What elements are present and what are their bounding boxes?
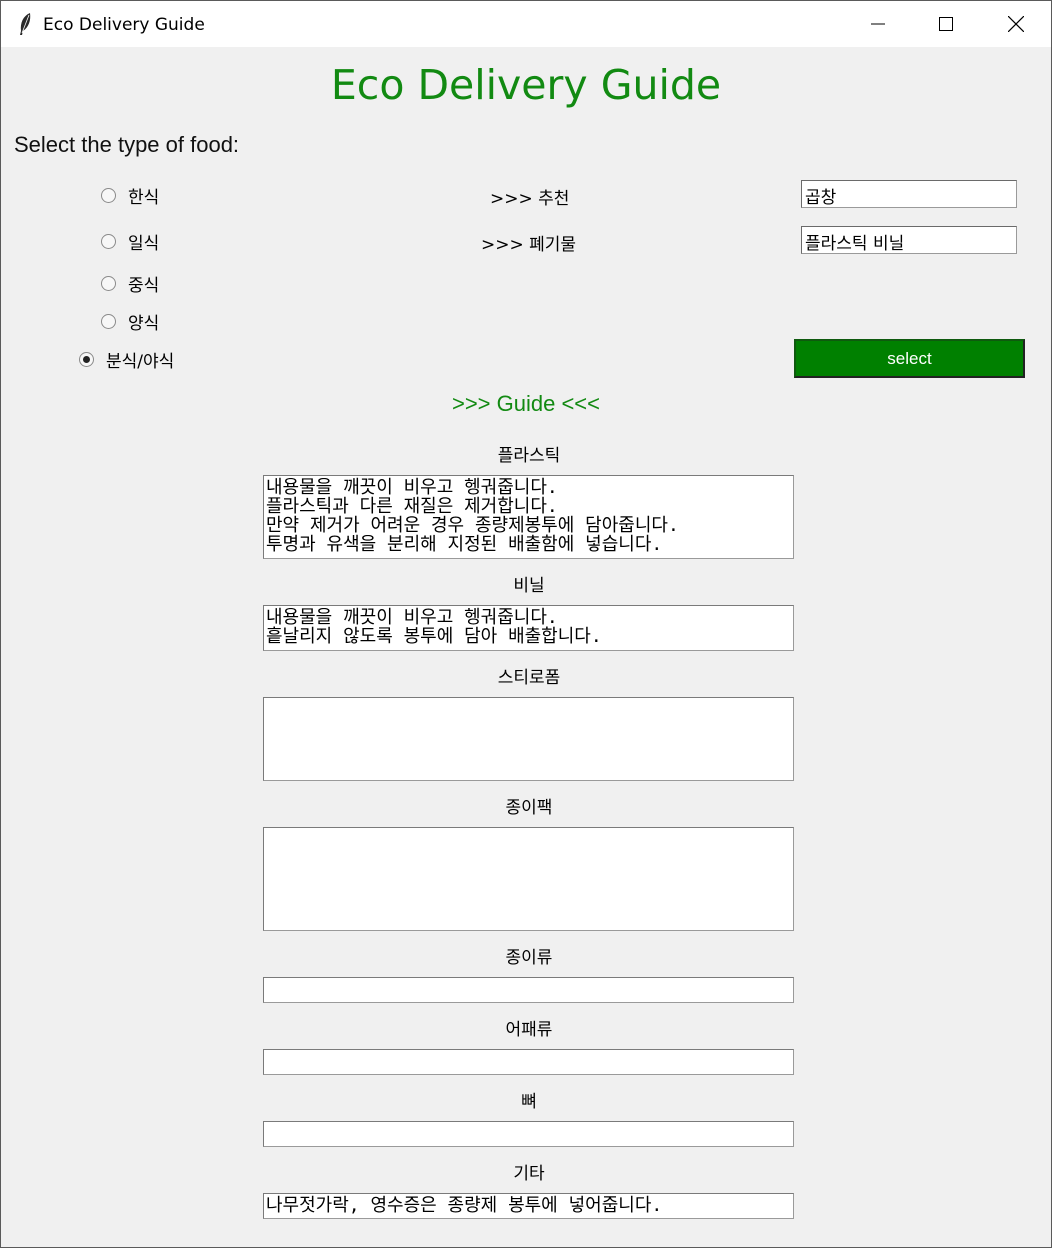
radio-label: 분식/야식: [106, 352, 175, 372]
guide-text-seafood[interactable]: [263, 1049, 794, 1075]
app-heading: Eco Delivery Guide: [330, 61, 722, 109]
guide-text-plastic[interactable]: 내용물을 깨끗이 비우고 헹궈줍니다. 플라스틱과 다른 재질은 제거합니다. …: [263, 475, 794, 559]
title-bar[interactable]: Eco Delivery Guide: [1, 1, 1051, 47]
section-label-paper: 종이류: [505, 948, 553, 968]
section-label-styrofoam: 스티로폼: [497, 668, 561, 688]
guide-text-styrofoam[interactable]: [263, 697, 794, 781]
maximize-button[interactable]: [911, 1, 981, 47]
radio-indicator[interactable]: [101, 234, 116, 249]
radio-label: 중식: [128, 276, 160, 296]
minimize-icon: [871, 23, 885, 25]
maximize-icon: [939, 17, 953, 31]
radio-option-snack[interactable]: 분식/야식: [79, 347, 174, 372]
recommendation-label: >>> 추천: [490, 189, 570, 209]
section-label-other: 기타: [513, 1164, 545, 1184]
guide-text-paper[interactable]: [263, 977, 794, 1003]
guide-text-other[interactable]: 나무젓가락, 영수증은 종량제 봉투에 넣어줍니다.: [263, 1193, 794, 1219]
section-label-bones: 뼈: [521, 1092, 537, 1112]
radio-option-japanese[interactable]: 일식: [101, 229, 159, 254]
close-icon: [1008, 16, 1024, 32]
select-button[interactable]: select: [794, 339, 1025, 378]
section-label-paper-pack: 종이팩: [505, 798, 553, 818]
food-type-prompt: Select the type of food:: [14, 132, 240, 157]
guide-title: >>> Guide <<<: [451, 391, 601, 416]
radio-label: 양식: [128, 314, 160, 334]
section-label-seafood: 어패류: [505, 1020, 553, 1040]
guide-text-vinyl[interactable]: 내용물을 깨끗이 비우고 헹궈줍니다. 흩날리지 않도록 봉투에 담아 배출합니…: [263, 605, 794, 651]
section-label-vinyl: 비닐: [513, 576, 545, 596]
section-label-plastic: 플라스틱: [497, 446, 561, 466]
waste-field[interactable]: 플라스틱 비닐: [801, 226, 1017, 254]
waste-label: >>> 폐기물: [481, 235, 577, 255]
radio-indicator[interactable]: [101, 188, 116, 203]
guide-text-paper-pack[interactable]: [263, 827, 794, 931]
guide-text-bones[interactable]: [263, 1121, 794, 1147]
radio-option-chinese[interactable]: 중식: [101, 271, 159, 296]
radio-label: 한식: [128, 188, 160, 208]
radio-indicator[interactable]: [101, 314, 116, 329]
close-button[interactable]: [981, 1, 1051, 47]
radio-indicator[interactable]: [101, 276, 116, 291]
radio-label: 일식: [128, 234, 160, 254]
window-title: Eco Delivery Guide: [43, 15, 205, 35]
minimize-button[interactable]: [843, 1, 913, 47]
app-window: Eco Delivery Guide Eco Delivery Guide Se…: [0, 0, 1052, 1248]
feather-icon: [17, 12, 33, 36]
radio-option-western[interactable]: 양식: [101, 309, 159, 334]
radio-option-korean[interactable]: 한식: [101, 183, 159, 208]
recommendation-field[interactable]: 곱창: [801, 180, 1017, 208]
radio-indicator[interactable]: [79, 352, 94, 367]
